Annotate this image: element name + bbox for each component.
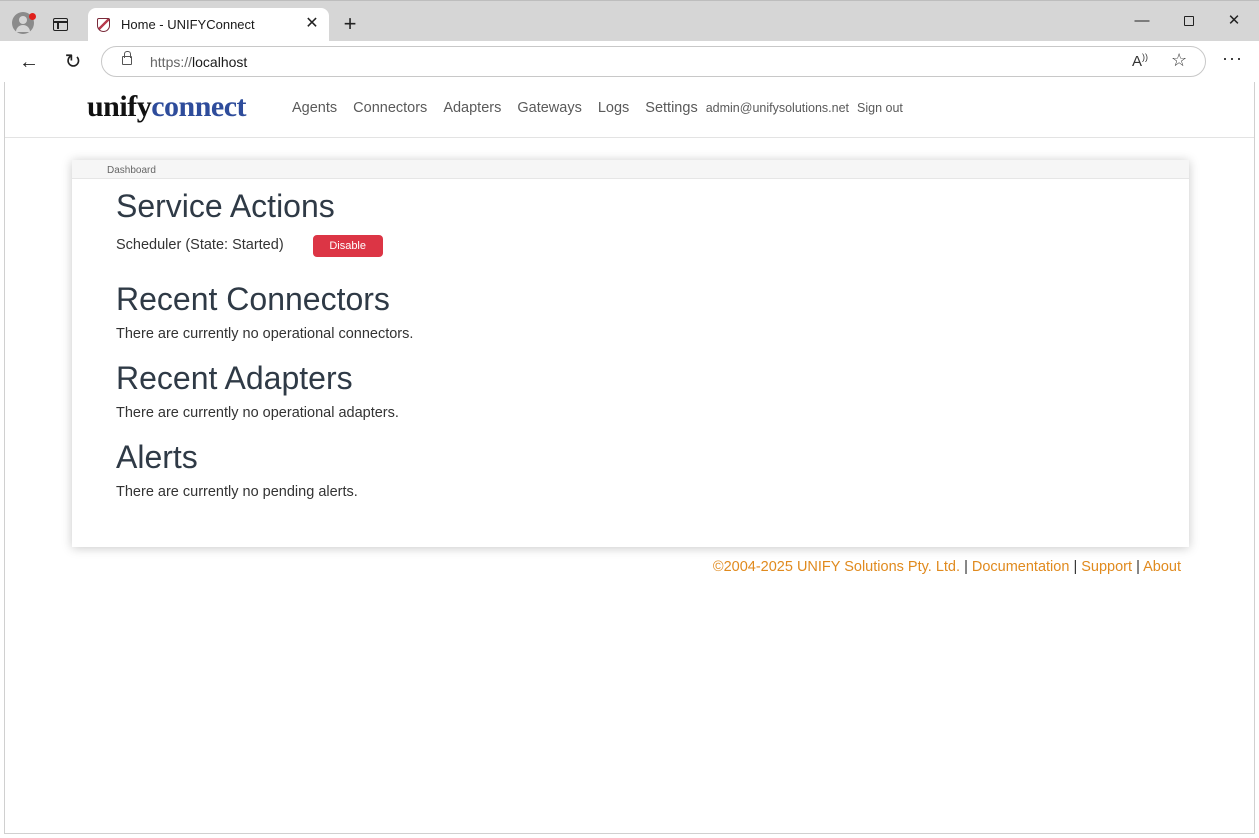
minimize-icon[interactable]: — xyxy=(1132,11,1152,31)
service-actions-heading: Service Actions xyxy=(116,188,335,224)
recent-connectors-heading: Recent Connectors xyxy=(116,281,390,317)
back-arrow-icon[interactable]: ← xyxy=(16,49,42,75)
read-aloud-icon[interactable]: A)) xyxy=(1132,52,1148,70)
favorite-star-icon[interactable]: ☆ xyxy=(1171,50,1187,71)
address-bar[interactable]: https://localhost A)) ☆ xyxy=(101,46,1206,77)
alerts-message: There are currently no pending alerts. xyxy=(116,484,358,500)
footer-separator: | xyxy=(1073,559,1078,575)
browser-tab-bar: Home - UNIFYConnect ✕ + — ✕ xyxy=(0,0,1259,42)
disable-button[interactable]: Disable xyxy=(312,235,383,257)
card-body: Service Actions Scheduler (State: Starte… xyxy=(116,187,1149,500)
tab-title: Home - UNIFYConnect xyxy=(121,17,255,32)
user-email[interactable]: admin@unifysolutions.net xyxy=(706,101,849,115)
favicon-icon xyxy=(97,18,110,32)
nav-logs[interactable]: Logs xyxy=(598,100,629,116)
nav-settings[interactable]: Settings xyxy=(645,100,697,116)
recent-adapters-message: There are currently no operational adapt… xyxy=(116,405,399,421)
more-menu-icon[interactable]: ··· xyxy=(1222,48,1243,69)
tab-actions-icon[interactable] xyxy=(53,18,68,31)
nav-connectors[interactable]: Connectors xyxy=(353,100,427,116)
documentation-link[interactable]: Documentation xyxy=(972,559,1070,575)
app-header: unifyconnect Agents Connectors Adapters … xyxy=(5,82,1254,138)
copyright-link[interactable]: ©2004-2025 UNIFY Solutions Pty. Ltd. xyxy=(713,559,960,575)
page-viewport: unifyconnect Agents Connectors Adapters … xyxy=(4,82,1255,834)
browser-tab-active[interactable]: Home - UNIFYConnect ✕ xyxy=(88,8,329,42)
browser-toolbar: ← ↻ https://localhost A)) ☆ ··· xyxy=(0,41,1259,82)
support-link[interactable]: Support xyxy=(1081,559,1132,575)
dashboard-card: Dashboard Service Actions Scheduler (Sta… xyxy=(72,160,1189,547)
about-link[interactable]: About xyxy=(1143,559,1181,575)
url-text[interactable]: https://localhost xyxy=(150,54,247,70)
card-header: Dashboard xyxy=(72,160,1189,179)
maximize-icon[interactable] xyxy=(1179,11,1199,31)
nav-agents[interactable]: Agents xyxy=(292,100,337,116)
scheduler-row: Scheduler (State: Started) Disable xyxy=(116,233,1149,257)
breadcrumb: Dashboard xyxy=(107,165,156,176)
lock-icon[interactable] xyxy=(122,51,132,65)
nav-gateways[interactable]: Gateways xyxy=(517,100,581,116)
footer: ©2004-2025 UNIFY Solutions Pty. Ltd. | D… xyxy=(5,559,1181,575)
recent-adapters-heading: Recent Adapters xyxy=(116,360,353,396)
footer-separator: | xyxy=(964,559,968,575)
nav-adapters[interactable]: Adapters xyxy=(443,100,501,116)
main-nav: Agents Connectors Adapters Gateways Logs… xyxy=(292,100,903,116)
tab-close-icon[interactable]: ✕ xyxy=(303,15,321,33)
footer-separator: | xyxy=(1136,559,1140,575)
recent-connectors-message: There are currently no operational conne… xyxy=(116,326,414,342)
notification-dot xyxy=(29,13,36,20)
reload-icon[interactable]: ↻ xyxy=(60,49,86,75)
new-tab-icon[interactable]: + xyxy=(339,13,361,35)
brand-logo[interactable]: unifyconnect xyxy=(87,90,247,124)
alerts-heading: Alerts xyxy=(116,439,198,475)
scheduler-status: Scheduler (State: Started) xyxy=(116,237,284,253)
sign-out-link[interactable]: Sign out xyxy=(857,101,903,115)
close-window-icon[interactable]: ✕ xyxy=(1224,11,1244,31)
